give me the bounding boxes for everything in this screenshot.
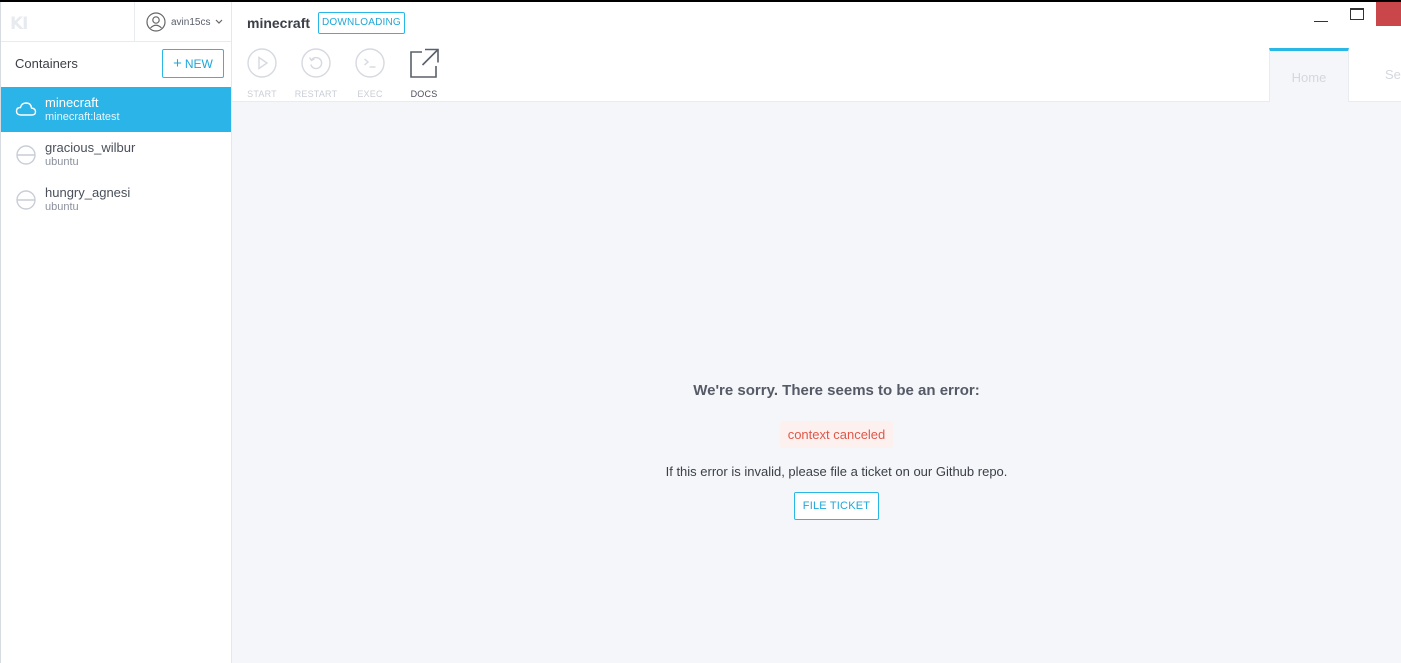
- container-header: minecraft DOWNLOADING START RESTART EXEC…: [232, 2, 1401, 102]
- sidebar-header: Containers + NEW: [1, 42, 231, 87]
- play-icon: [247, 48, 277, 78]
- docs-button[interactable]: DOCS: [399, 48, 449, 99]
- container-image: minecraft:latest: [45, 111, 120, 123]
- container-item-minecraft[interactable]: minecraft minecraft:latest: [1, 87, 231, 132]
- divider: [134, 2, 135, 42]
- user-avatar-icon: [146, 12, 166, 32]
- close-button[interactable]: [1376, 2, 1401, 26]
- sidebar: KI avin15cs Containers + NEW minecraft m…: [0, 2, 232, 663]
- error-panel: We're sorry. There seems to be an error:…: [232, 382, 1401, 520]
- app-logo: KI: [10, 14, 28, 34]
- chevron-down-icon: [216, 19, 223, 24]
- container-image: ubuntu: [45, 201, 79, 213]
- error-title: We're sorry. There seems to be an error:: [693, 382, 980, 399]
- plus-icon: +: [173, 55, 182, 72]
- restart-icon: [301, 48, 331, 78]
- file-ticket-button[interactable]: FILE TICKET: [794, 492, 879, 520]
- container-item-gracious-wilbur[interactable]: gracious_wilbur ubuntu: [1, 132, 231, 177]
- stopped-icon: [16, 145, 36, 165]
- minimize-icon: [1314, 21, 1328, 22]
- container-name: minecraft: [45, 95, 99, 110]
- docs-label: DOCS: [410, 89, 438, 99]
- status-badge: DOWNLOADING: [318, 12, 405, 34]
- terminal-icon: [355, 48, 385, 78]
- error-message: context canceled: [779, 421, 894, 448]
- exec-label: EXEC: [357, 89, 383, 99]
- username: avin15cs: [171, 16, 211, 28]
- container-title: minecraft: [247, 15, 311, 31]
- cloud-download-icon: [15, 102, 37, 116]
- user-menu[interactable]: avin15cs: [146, 12, 223, 32]
- external-link-icon: [410, 48, 439, 78]
- container-item-hungry-agnesi[interactable]: hungry_agnesi ubuntu: [1, 177, 231, 222]
- container-image: ubuntu: [45, 156, 79, 168]
- container-name: gracious_wilbur: [45, 140, 136, 155]
- restart-button[interactable]: RESTART: [291, 48, 341, 99]
- start-button[interactable]: START: [237, 48, 287, 99]
- tab-settings[interactable]: Settings: [1349, 48, 1401, 102]
- new-container-button[interactable]: + NEW: [162, 49, 224, 78]
- minimize-button[interactable]: [1314, 12, 1328, 22]
- container-name: hungry_agnesi: [45, 185, 131, 200]
- containers-title: Containers: [15, 56, 78, 71]
- main-panel: minecraft DOWNLOADING START RESTART EXEC…: [232, 2, 1401, 663]
- restart-label: RESTART: [294, 89, 338, 99]
- sidebar-topbar: KI avin15cs: [1, 2, 231, 42]
- new-button-label: NEW: [184, 56, 213, 71]
- start-label: START: [247, 89, 277, 99]
- tab-home[interactable]: Home: [1269, 48, 1349, 102]
- error-note: If this error is invalid, please file a …: [665, 464, 1008, 479]
- maximize-button[interactable]: [1350, 8, 1364, 20]
- tab-bar: Home Settings: [1269, 48, 1401, 102]
- exec-button[interactable]: EXEC: [345, 48, 395, 99]
- stopped-icon: [16, 190, 36, 210]
